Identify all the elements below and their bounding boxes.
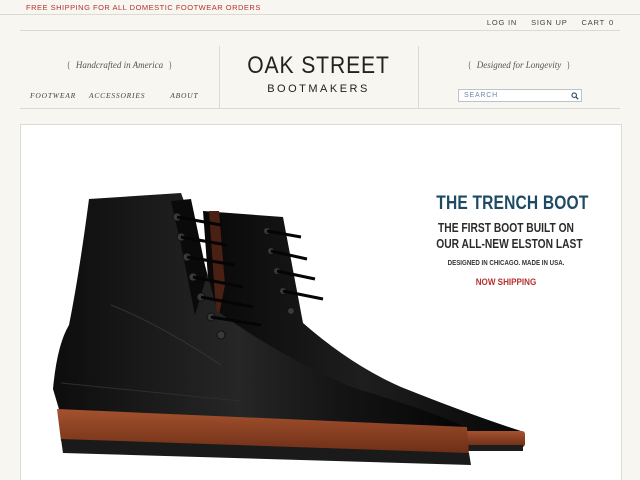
boots-image bbox=[53, 193, 525, 465]
cart-label: CART bbox=[581, 18, 606, 27]
tagline-right: { Designed for Longevity} bbox=[418, 60, 620, 70]
hero-title: THE TRENCH BOOT bbox=[436, 193, 589, 214]
nav-accessories[interactable]: ACCESSORIES bbox=[89, 91, 145, 100]
brace-close: } bbox=[566, 60, 571, 70]
brace-close: } bbox=[168, 60, 173, 70]
search-input[interactable] bbox=[459, 90, 569, 101]
brace-open: { bbox=[66, 60, 71, 70]
search-box bbox=[458, 89, 582, 102]
nav-footwear[interactable]: FOOTWEAR bbox=[30, 91, 76, 100]
header-divider-right bbox=[418, 46, 419, 108]
search-icon bbox=[571, 91, 579, 100]
promo-bar: FREE SHIPPING FOR ALL DOMESTIC FOOTWEAR … bbox=[0, 0, 640, 15]
site-header: { Handcrafted in America} FOOTWEAR ACCESS… bbox=[20, 46, 620, 108]
nav-about[interactable]: ABOUT bbox=[170, 91, 198, 100]
hero-text: THE TRENCH BOOT THE FIRST BOOT BUILT ON … bbox=[421, 193, 591, 288]
utility-nav: LOG IN SIGN UP CART 0 bbox=[487, 18, 614, 27]
hero-subtitle-line-1: THE FIRST BOOT BUILT ON bbox=[438, 221, 574, 235]
tagline-left: { Handcrafted in America} bbox=[20, 60, 219, 70]
search-button[interactable] bbox=[569, 90, 581, 101]
now-shipping-link[interactable]: NOW SHIPPING bbox=[434, 277, 579, 288]
promo-text: FREE SHIPPING FOR ALL DOMESTIC FOOTWEAR … bbox=[26, 3, 261, 12]
tagline-left-text: Handcrafted in America bbox=[75, 60, 164, 70]
brace-open: { bbox=[467, 60, 472, 70]
hero-banner[interactable]: THE TRENCH BOOT THE FIRST BOOT BUILT ON … bbox=[20, 124, 622, 480]
site-logo[interactable]: OAK STREET BOOTMAKERS bbox=[219, 52, 418, 95]
cart-link[interactable]: CART 0 bbox=[582, 18, 614, 27]
tagline-right-text: Designed for Longevity bbox=[476, 60, 562, 70]
hero-subtitle-line-2: OUR ALL-NEW ELSTON LAST bbox=[436, 237, 583, 251]
hero-meta: DESIGNED IN CHICAGO. MADE IN USA. bbox=[447, 260, 565, 267]
logo-line-2: BOOTMAKERS bbox=[267, 83, 370, 95]
header-divider-bottom bbox=[20, 108, 620, 109]
signup-link[interactable]: SIGN UP bbox=[531, 18, 567, 27]
cart-count: 0 bbox=[609, 18, 614, 27]
hero-subtitle: THE FIRST BOOT BUILT ON OUR ALL-NEW ELST… bbox=[436, 220, 583, 252]
logo-line-1: OAK STREET bbox=[247, 52, 390, 79]
utility-divider bbox=[20, 30, 620, 31]
main-nav: FOOTWEAR ACCESSORIES ABOUT bbox=[30, 91, 198, 100]
login-link[interactable]: LOG IN bbox=[487, 18, 517, 27]
